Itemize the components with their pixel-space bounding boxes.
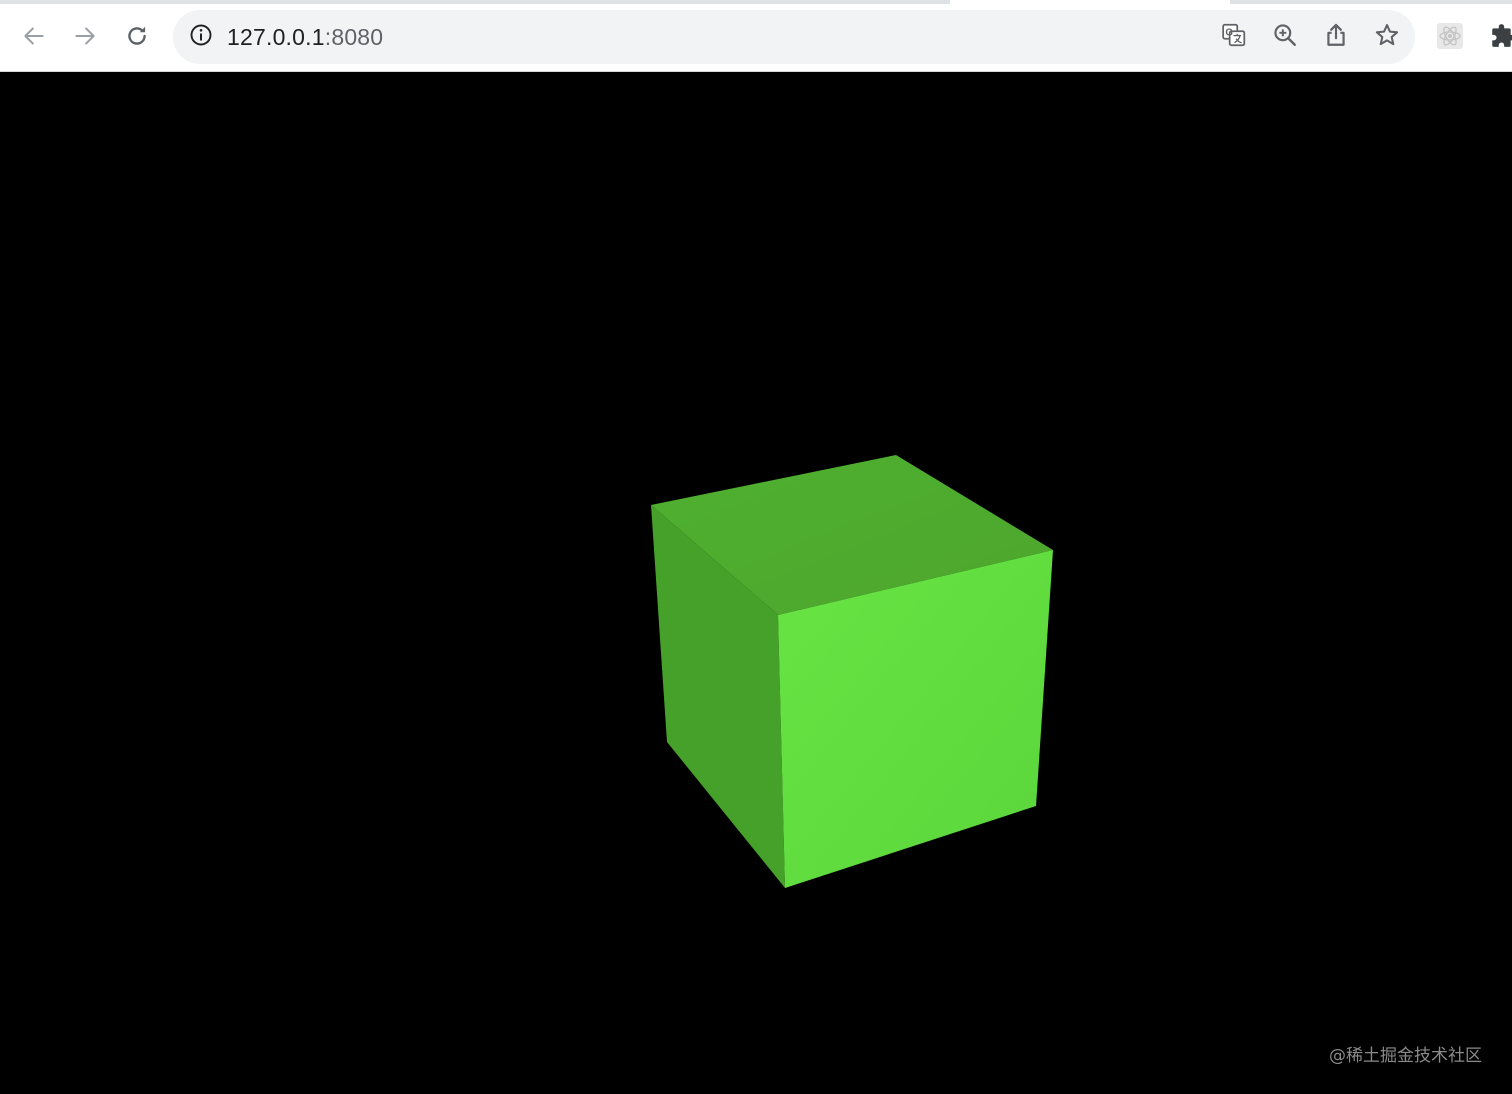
share-button[interactable] xyxy=(1321,22,1351,52)
watermark: @稀土掘金技术社区 xyxy=(1329,1046,1482,1066)
cube-scene xyxy=(651,455,1053,888)
browser-toolbar: 127.0.0.1:8080 G xyxy=(0,4,1512,72)
green-cube xyxy=(651,455,1053,888)
reload-icon xyxy=(124,23,150,54)
svg-text:G: G xyxy=(1225,27,1233,38)
react-devtools-icon xyxy=(1436,22,1464,55)
extensions-button[interactable] xyxy=(1486,22,1512,54)
star-icon xyxy=(1374,22,1400,53)
zoom-in-icon xyxy=(1272,22,1298,53)
reload-button[interactable] xyxy=(117,18,157,58)
url-text[interactable]: 127.0.0.1:8080 xyxy=(227,24,383,50)
arrow-right-icon xyxy=(72,23,98,54)
arrow-left-icon xyxy=(21,23,47,54)
translate-icon: G xyxy=(1221,22,1247,53)
back-button[interactable] xyxy=(14,18,54,58)
translate-button[interactable]: G xyxy=(1219,22,1249,52)
zoom-button[interactable] xyxy=(1270,22,1300,52)
info-icon xyxy=(189,23,213,52)
forward-button[interactable] xyxy=(65,18,105,58)
share-icon xyxy=(1323,22,1349,53)
url-host: 127.0.0.1 xyxy=(227,24,325,50)
puzzle-icon xyxy=(1489,23,1512,54)
extension-react-devtools-button[interactable] xyxy=(1434,22,1466,54)
site-info-button[interactable] xyxy=(187,23,215,51)
webgl-canvas[interactable]: @稀土掘金技术社区 xyxy=(0,72,1512,1094)
url-port: :8080 xyxy=(324,24,384,50)
bookmark-button[interactable] xyxy=(1372,22,1402,52)
address-bar[interactable]: 127.0.0.1:8080 G xyxy=(173,10,1415,64)
